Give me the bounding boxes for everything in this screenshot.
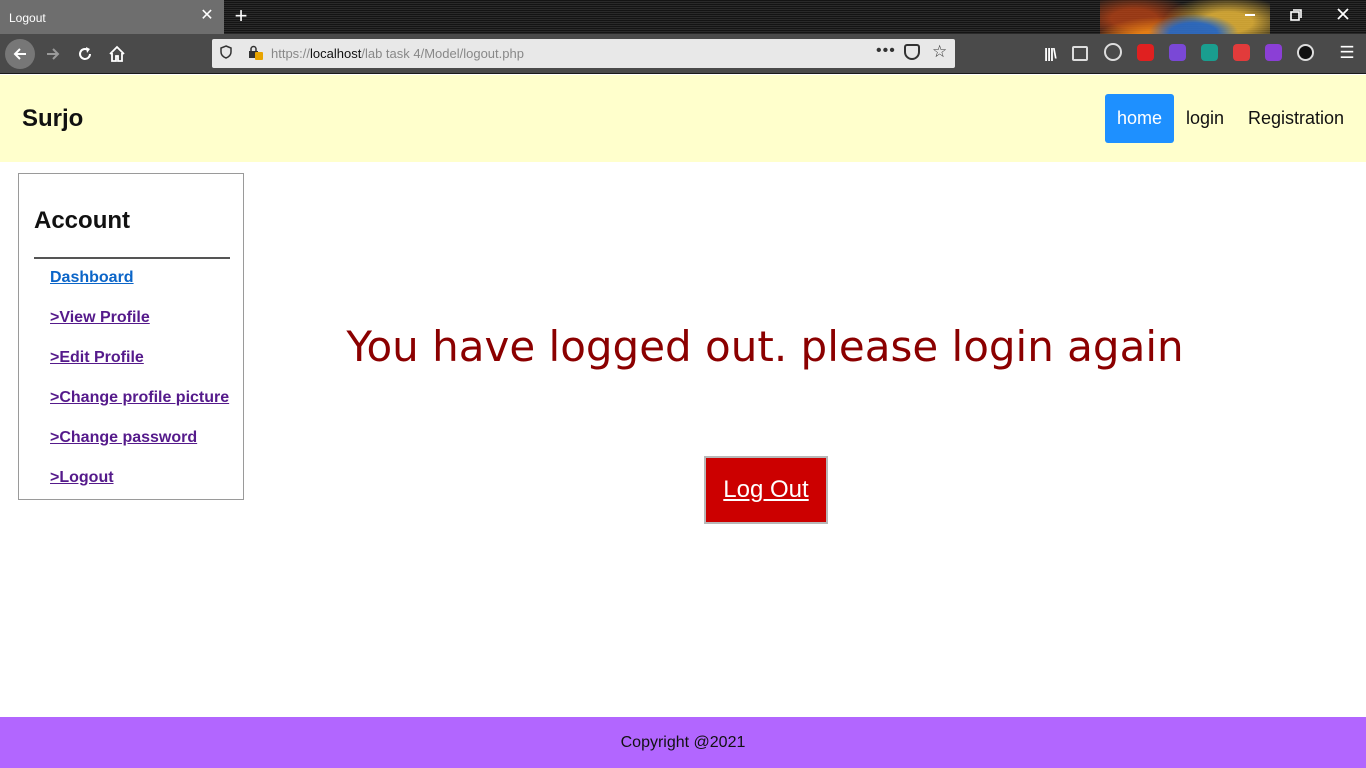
account-icon[interactable] — [1104, 43, 1122, 61]
window-close-icon[interactable] — [1331, 5, 1355, 27]
sidebar-link-logout[interactable]: >Logout — [50, 469, 114, 487]
url-text: https://localhost/lab task 4/Model/logou… — [271, 46, 524, 61]
page-actions-icon[interactable]: ••• — [876, 42, 896, 60]
library-icon[interactable]: |||\ — [1040, 43, 1060, 63]
logout-message-area: You have logged out. please login again — [256, 322, 1274, 382]
extension-icon-1[interactable] — [1137, 44, 1154, 61]
sidebar-link-change-picture[interactable]: >Change profile picture — [50, 389, 229, 407]
copyright-text: Copyright @2021 — [620, 734, 746, 751]
extension-icon-2[interactable] — [1169, 44, 1186, 61]
nav-login-link[interactable]: login — [1174, 94, 1236, 143]
sidebar-divider — [34, 257, 230, 259]
sidebar-icon[interactable] — [1072, 46, 1088, 61]
minimize-icon[interactable] — [1238, 5, 1262, 27]
new-tab-icon[interactable]: + — [232, 5, 250, 27]
sidebar-link-view-profile[interactable]: >View Profile — [50, 309, 150, 327]
extension-icon-4[interactable] — [1233, 44, 1250, 61]
tab-title: Logout — [9, 11, 46, 25]
reload-icon[interactable] — [73, 42, 97, 66]
star-icon[interactable]: ☆ — [932, 42, 947, 62]
browser-tab[interactable]: Logout ✕ — [0, 0, 224, 34]
sidebar-link-edit-profile[interactable]: >Edit Profile — [50, 349, 144, 367]
url-bar[interactable]: https://localhost/lab task 4/Model/logou… — [212, 39, 955, 68]
menu-icon[interactable]: ☰ — [1338, 43, 1356, 63]
sidebar-link-dashboard[interactable]: Dashboard — [50, 269, 134, 287]
home-icon[interactable] — [105, 42, 129, 66]
site-header: Surjo home login Registration — [0, 75, 1366, 162]
account-sidebar: Account Dashboard >View Profile >Edit Pr… — [18, 173, 244, 500]
nav-registration-link[interactable]: Registration — [1236, 94, 1356, 143]
logout-button[interactable]: Log Out — [704, 456, 828, 524]
logout-message: You have logged out. please login again — [346, 322, 1184, 371]
extension-icon-3[interactable] — [1201, 44, 1218, 61]
extension-icon-6[interactable] — [1297, 44, 1314, 61]
brand-title: Surjo — [22, 105, 84, 132]
tab-close-icon[interactable]: ✕ — [200, 8, 214, 24]
back-arrow-icon[interactable] — [5, 39, 35, 69]
nav-home-link[interactable]: home — [1105, 94, 1174, 143]
shield-icon[interactable] — [220, 45, 234, 61]
forward-arrow-icon[interactable] — [41, 42, 65, 66]
sidebar-link-change-password[interactable]: >Change password — [50, 429, 197, 447]
warning-badge-icon — [255, 52, 263, 60]
sidebar-title: Account — [34, 207, 130, 234]
site-footer: Copyright @2021 — [0, 717, 1366, 768]
restore-icon[interactable] — [1284, 5, 1308, 27]
browser-tab-strip: Logout ✕ + — [0, 0, 1366, 74]
extension-icon-5[interactable] — [1265, 44, 1282, 61]
pocket-icon[interactable] — [904, 44, 920, 60]
